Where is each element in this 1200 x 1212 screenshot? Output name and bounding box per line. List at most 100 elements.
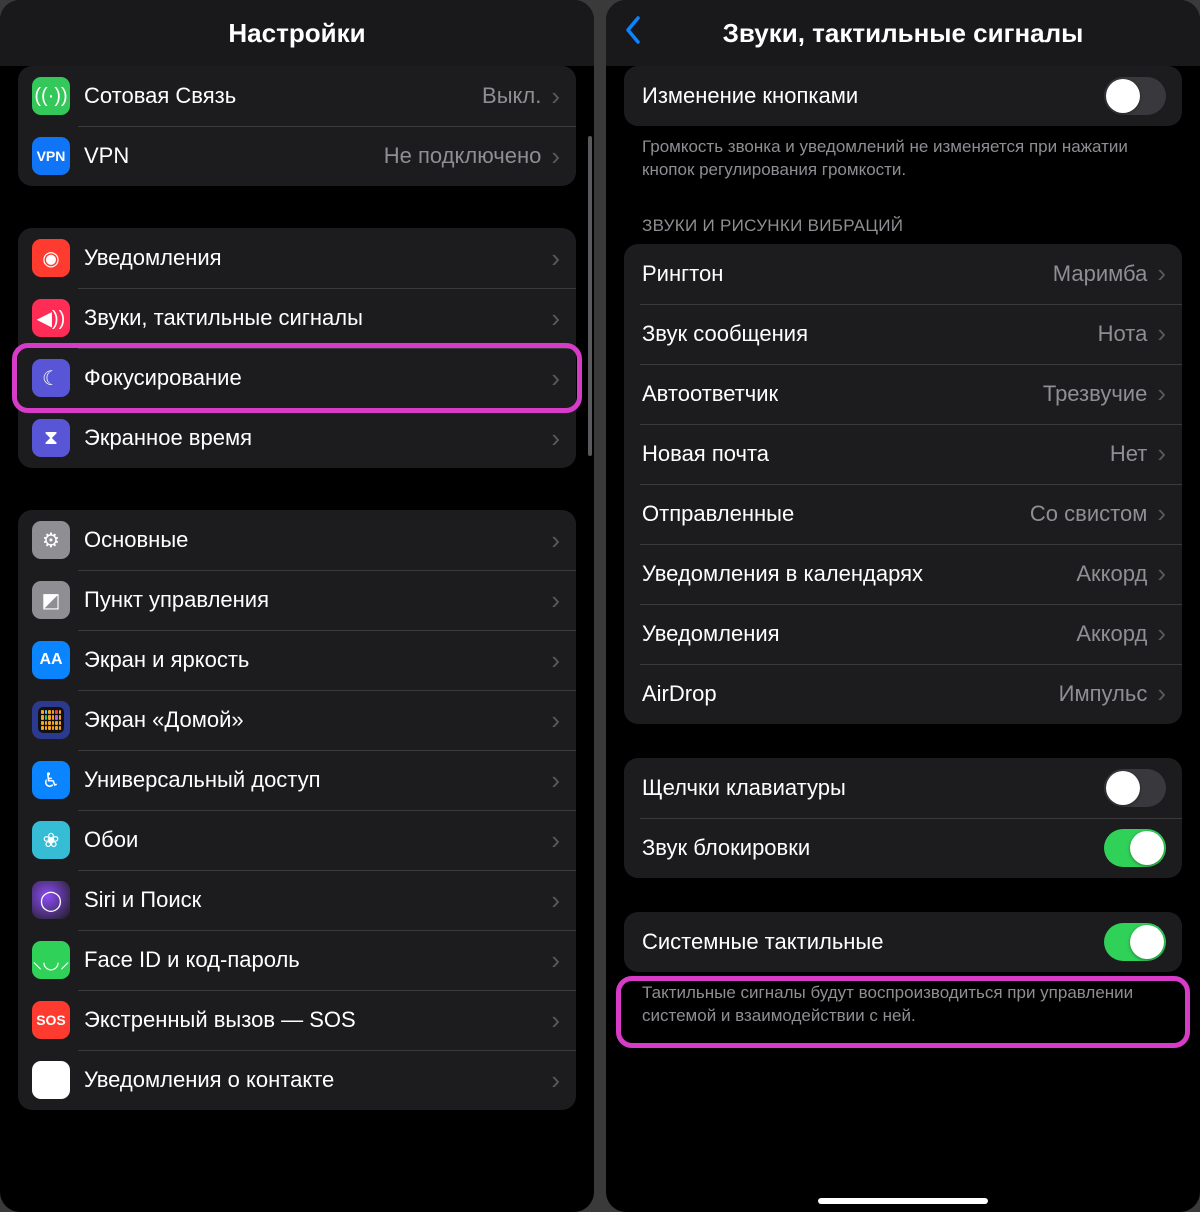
row-reminders[interactable]: Уведомления Аккорд › [624,604,1182,664]
chevron-right-icon: › [1157,618,1166,649]
row-notifications[interactable]: ◉ Уведомления › [18,228,576,288]
row-label: Отправленные [642,501,1030,527]
chevron-right-icon: › [1157,678,1166,709]
header: Звуки, тактильные сигналы [606,0,1200,66]
toggle-keyboard-clicks[interactable] [1104,769,1166,807]
group-buttons: Изменение кнопками [624,66,1182,126]
row-label: Обои [84,827,551,853]
row-label: Основные [84,527,551,553]
chevron-right-icon: › [551,825,560,856]
chevron-left-icon [624,16,642,44]
row-label: Сотовая Связь [84,83,482,109]
row-value: Нет [1110,441,1147,467]
scrollbar[interactable] [588,136,592,456]
row-siri[interactable]: ◯ Siri и Поиск › [18,870,576,930]
row-label: Уведомления о контакте [84,1067,551,1093]
row-calendar[interactable]: Уведомления в календарях Аккорд › [624,544,1182,604]
faceid-icon: ⸜◡⸝ [32,941,70,979]
row-label: Звук сообщения [642,321,1098,347]
wallpaper-icon: ❀ [32,821,70,859]
row-label: Звук блокировки [642,835,1104,861]
chevron-right-icon: › [551,1065,560,1096]
toggle-lock-sound[interactable] [1104,829,1166,867]
row-label: Экранное время [84,425,551,451]
row-system-haptics[interactable]: Системные тактильные [624,912,1182,972]
chevron-right-icon: › [551,525,560,556]
home-indicator[interactable] [818,1198,988,1204]
row-sent-mail[interactable]: Отправленные Со свистом › [624,484,1182,544]
chevron-right-icon: › [551,1005,560,1036]
row-label: Уведомления [642,621,1076,647]
row-label: Новая почта [642,441,1110,467]
focus-icon: ☾ [32,359,70,397]
row-lock-sound[interactable]: Звук блокировки [624,818,1182,878]
row-label: Универсальный доступ [84,767,551,793]
vpn-icon: VPN [32,137,70,175]
row-sounds[interactable]: ◀︎)) Звуки, тактильные сигналы › [18,288,576,348]
general-icon: ⚙︎ [32,521,70,559]
row-faceid[interactable]: ⸜◡⸝ Face ID и код-пароль › [18,930,576,990]
row-exposure[interactable]: ◌ Уведомления о контакте › [18,1050,576,1110]
row-value: Аккорд [1076,561,1147,587]
row-text-tone[interactable]: Звук сообщения Нота › [624,304,1182,364]
group-general: ⚙︎ Основные › ◩ Пункт управления › AA Эк… [18,510,576,1110]
group-system-sounds: Щелчки клавиатуры Звук блокировки [624,758,1182,878]
control-center-icon: ◩ [32,581,70,619]
row-home-screen[interactable]: Экран «Домой» › [18,690,576,750]
settings-screen: Настройки ((·)) Сотовая Связь Выкл. › VP… [0,0,594,1212]
row-label: Щелчки клавиатуры [642,775,1104,801]
page-title: Звуки, тактильные сигналы [723,18,1084,49]
row-label: Экран и яркость [84,647,551,673]
row-cellular[interactable]: ((·)) Сотовая Связь Выкл. › [18,66,576,126]
toggle-change-with-buttons[interactable] [1104,77,1166,115]
row-label: Пункт управления [84,587,551,613]
row-label: Изменение кнопками [642,83,1104,109]
row-value: Выкл. [482,83,541,109]
row-voicemail[interactable]: Автоответчик Трезвучие › [624,364,1182,424]
row-new-mail[interactable]: Новая почта Нет › [624,424,1182,484]
sounds-content: Изменение кнопками Громкость звонка и ув… [606,66,1200,1212]
chevron-right-icon: › [551,705,560,736]
row-display[interactable]: AA Экран и яркость › [18,630,576,690]
row-focus[interactable]: ☾ Фокусирование › [18,348,576,408]
row-label: VPN [84,143,384,169]
row-change-with-buttons[interactable]: Изменение кнопками [624,66,1182,126]
row-general[interactable]: ⚙︎ Основные › [18,510,576,570]
cellular-icon: ((·)) [32,77,70,115]
row-vpn[interactable]: VPN VPN Не подключено › [18,126,576,186]
row-label: Автоответчик [642,381,1043,407]
sos-icon: SOS [32,1001,70,1039]
siri-icon: ◯ [32,881,70,919]
screentime-icon: ⧗ [32,419,70,457]
chevron-right-icon: › [1157,438,1166,469]
chevron-right-icon: › [551,423,560,454]
display-icon: AA [32,641,70,679]
chevron-right-icon: › [551,363,560,394]
row-wallpaper[interactable]: ❀ Обои › [18,810,576,870]
notifications-icon: ◉ [32,239,70,277]
accessibility-icon: ♿︎ [32,761,70,799]
row-label: AirDrop [642,681,1059,707]
row-airdrop[interactable]: AirDrop Импульс › [624,664,1182,724]
group-notifications: ◉ Уведомления › ◀︎)) Звуки, тактильные с… [18,228,576,468]
chevron-right-icon: › [551,243,560,274]
row-control-center[interactable]: ◩ Пункт управления › [18,570,576,630]
chevron-right-icon: › [551,585,560,616]
row-keyboard-clicks[interactable]: Щелчки клавиатуры [624,758,1182,818]
exposure-icon: ◌ [32,1061,70,1099]
back-button[interactable] [624,15,642,52]
chevron-right-icon: › [1157,498,1166,529]
row-label: Звуки, тактильные сигналы [84,305,551,331]
haptics-footer: Тактильные сигналы будут воспроизводитьс… [642,982,1164,1028]
chevron-right-icon: › [1157,258,1166,289]
row-label: Уведомления [84,245,551,271]
chevron-right-icon: › [551,765,560,796]
row-label: Экстренный вызов — SOS [84,1007,551,1033]
row-screentime[interactable]: ⧗ Экранное время › [18,408,576,468]
row-ringtone[interactable]: Рингтон Маримба › [624,244,1182,304]
row-value: Трезвучие [1043,381,1147,407]
chevron-right-icon: › [551,303,560,334]
row-accessibility[interactable]: ♿︎ Универсальный доступ › [18,750,576,810]
row-sos[interactable]: SOS Экстренный вызов — SOS › [18,990,576,1050]
toggle-system-haptics[interactable] [1104,923,1166,961]
